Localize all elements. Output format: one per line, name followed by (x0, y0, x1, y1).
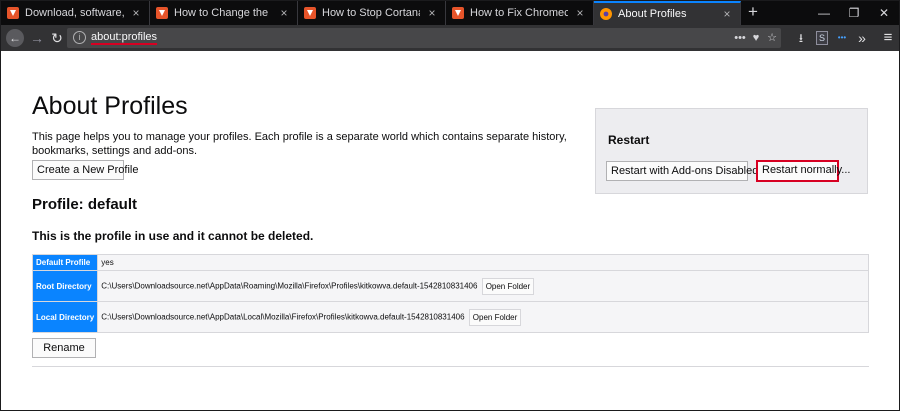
browser-window: Download, software, drivers, g × How to … (0, 0, 900, 411)
pocket-icon[interactable]: ♥ (749, 30, 763, 46)
extension-s-icon[interactable]: S (816, 31, 828, 45)
default-profile-label: Default Profile (31, 254, 99, 271)
close-window-icon[interactable]: ✕ (869, 1, 899, 25)
tab-title: How to Fix Chromecast No Au (470, 7, 568, 19)
page-info-icon[interactable]: i (73, 31, 86, 44)
site-favicon-icon (452, 7, 464, 19)
tab-change-email[interactable]: How to Change the Email Add × (150, 1, 298, 25)
navigation-toolbar: ← → ↻ i about:profiles ••• ♥ ☆ ⭳ S ••• »… (1, 25, 899, 51)
default-profile-value: yes (97, 254, 869, 271)
close-tab-icon[interactable]: × (720, 7, 734, 21)
close-tab-icon[interactable]: × (425, 6, 439, 20)
root-directory-label: Root Directory (31, 270, 99, 302)
tab-download-software[interactable]: Download, software, drivers, g × (1, 1, 150, 25)
close-tab-icon[interactable]: × (573, 6, 587, 20)
table-row: Root Directory C:\Users\Downloadsource.n… (31, 270, 869, 302)
create-profile-button[interactable]: Create a New Profile (32, 160, 139, 180)
overflow-menu-icon[interactable]: » (853, 29, 871, 47)
tab-title: Download, software, drivers, g (25, 7, 124, 19)
url-text[interactable]: about:profiles (91, 31, 157, 43)
page-title: About Profiles (32, 92, 188, 120)
downloads-icon[interactable]: ⭳ (792, 29, 810, 47)
profile-in-use-text: This is the profile in use and it cannot… (32, 229, 314, 243)
profile-heading: Profile: default (32, 196, 138, 213)
close-tab-icon[interactable]: × (277, 6, 291, 20)
restart-addons-disabled-button[interactable]: Restart with Add-ons Disabled... (606, 161, 768, 181)
tab-stop-cortana[interactable]: How to Stop Cortana Accessin × (298, 1, 446, 25)
tab-strip: Download, software, drivers, g × How to … (1, 1, 899, 25)
new-tab-button[interactable]: + (742, 1, 764, 25)
site-favicon-icon (7, 7, 19, 19)
page-content: About Profiles This page helps you to ma… (1, 51, 899, 410)
table-row: Default Profile yes (31, 254, 869, 271)
tab-fix-chromecast[interactable]: How to Fix Chromecast No Au × (446, 1, 594, 25)
reload-icon[interactable]: ↻ (48, 29, 66, 47)
local-directory-cell: C:\Users\Downloadsource.net\AppData\Loca… (97, 301, 869, 333)
open-root-folder-button[interactable]: Open Folder (481, 277, 535, 295)
bookmark-star-icon[interactable]: ☆ (765, 30, 779, 46)
address-bar[interactable]: i about:profiles ••• ♥ ☆ (67, 28, 781, 48)
local-directory-path: C:\Users\Downloadsource.net\AppData\Loca… (101, 312, 465, 322)
intro-text: This page helps you to manage your profi… (32, 131, 567, 157)
back-arrow-icon[interactable]: ← (6, 29, 24, 47)
forward-arrow-icon[interactable]: → (28, 29, 46, 47)
local-directory-label: Local Directory (31, 301, 99, 333)
restart-normally-button[interactable]: Restart normally... (756, 160, 850, 182)
page-actions-icon[interactable]: ••• (733, 30, 747, 46)
rename-button[interactable]: Rename (32, 338, 96, 358)
table-row: Local Directory C:\Users\Downloadsource.… (31, 301, 869, 333)
tab-title: How to Change the Email Add (174, 7, 272, 19)
site-favicon-icon (304, 7, 316, 19)
profile-table: Default Profile yes Root Directory C:\Us… (31, 254, 869, 333)
tab-title: About Profiles (618, 8, 687, 20)
hamburger-menu-icon[interactable]: ≡ (879, 29, 897, 47)
open-local-folder-button[interactable]: Open Folder (468, 308, 522, 326)
restart-heading: Restart (608, 133, 650, 147)
site-favicon-icon (156, 7, 168, 19)
restore-window-icon[interactable]: ❐ (839, 1, 869, 25)
tab-about-profiles[interactable]: About Profiles × (594, 1, 741, 25)
section-divider (32, 366, 869, 367)
restart-panel: Restart Restart with Add-ons Disabled...… (595, 108, 868, 194)
minimize-icon[interactable]: — (809, 1, 839, 25)
root-directory-cell: C:\Users\Downloadsource.net\AppData\Roam… (97, 270, 869, 302)
extension-dots-icon[interactable]: ••• (833, 29, 851, 47)
root-directory-path: C:\Users\Downloadsource.net\AppData\Roam… (101, 281, 478, 291)
tab-title: How to Stop Cortana Accessin (322, 7, 420, 19)
firefox-icon (600, 8, 612, 20)
close-tab-icon[interactable]: × (129, 6, 143, 20)
